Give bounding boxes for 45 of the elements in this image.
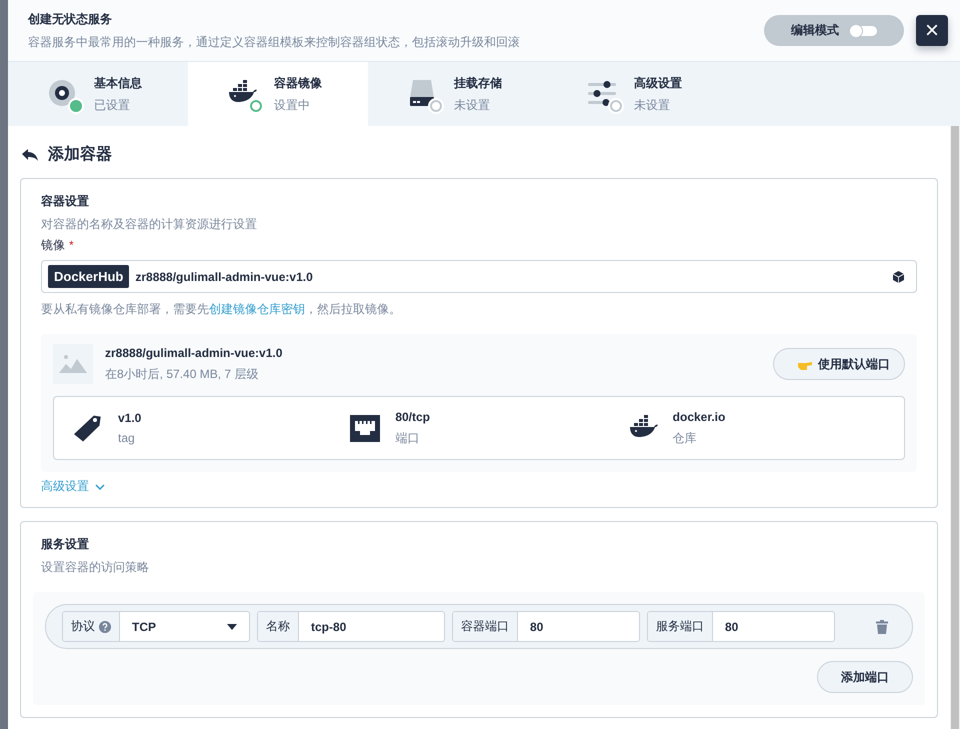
- back-icon[interactable]: [22, 148, 38, 160]
- detail-label: 仓库: [672, 430, 698, 446]
- step-status: 未设置: [634, 96, 671, 114]
- step-title: 基本信息: [94, 74, 142, 92]
- field-label: 镜像: [41, 238, 65, 252]
- step-tab[interactable]: 挂载存储 未设置: [368, 62, 548, 126]
- step-tab[interactable]: 容器镜像 设置中: [188, 62, 368, 126]
- close-button[interactable]: ×: [916, 15, 948, 46]
- scrollbar[interactable]: [951, 126, 959, 729]
- card-title: 服务设置: [40, 536, 90, 553]
- image-name: zr8888/gulimall-admin-vue:v1.0: [105, 346, 282, 360]
- section-title: 添加容器: [48, 144, 112, 165]
- cube-icon[interactable]: [893, 270, 904, 282]
- step-status: 未设置: [454, 96, 491, 114]
- image-input-field[interactable]: DockerHub zr8888/gulimall-admin-vue:v1.0: [41, 260, 917, 293]
- step-status: 设置中: [274, 96, 311, 114]
- required-mark: *: [69, 238, 74, 252]
- step-title: 高级设置: [634, 74, 682, 92]
- chevron-icon: [95, 484, 105, 490]
- dialog-subtitle: 容器服务中最常用的一种服务，通过定义容器组模板来控制容器组状态，包括滚动升级和回滚: [28, 34, 521, 50]
- hint-text: 要从私有镜像仓库部署，需要先创建镜像仓库密钥，然后拉取镜像。: [41, 301, 402, 318]
- detail-label: tag: [118, 431, 136, 445]
- registry-badge[interactable]: DockerHub: [48, 265, 130, 288]
- card-description: 对容器的名称及容器的计算资源进行设置: [41, 216, 258, 233]
- image-placeholder-icon: [53, 344, 93, 384]
- detail-value: docker.io: [672, 410, 726, 424]
- step-tab[interactable]: 高级设置 未设置: [548, 62, 728, 126]
- edit-mode-toggle[interactable]: 编辑模式: [764, 15, 904, 46]
- image-value: zr8888/gulimall-admin-vue:v1.0: [135, 270, 314, 284]
- trash-icon[interactable]: [876, 620, 888, 634]
- step-tab[interactable]: 基本信息 已设置: [8, 62, 188, 126]
- dialog-title: 创建无状态服务: [28, 10, 113, 28]
- detail-value: v1.0: [118, 411, 142, 425]
- add-port-button[interactable]: 添加端口: [817, 661, 913, 693]
- card-title: 容器设置: [41, 193, 90, 210]
- detail-value: 80/tcp: [395, 410, 430, 424]
- default-port-button[interactable]: 使用默认端口: [773, 348, 905, 380]
- disc-icon: [46, 77, 78, 109]
- detail-label: 端口: [395, 430, 420, 446]
- image-meta: 在8小时后, 57.40 MB, 7 层级: [105, 366, 260, 382]
- step-title: 容器镜像: [274, 74, 322, 92]
- card-description: 设置容器的访问策略: [40, 559, 150, 576]
- step-title: 挂载存储: [454, 74, 502, 92]
- ethernet-port-icon: [349, 412, 382, 444]
- step-status: 已设置: [94, 96, 131, 114]
